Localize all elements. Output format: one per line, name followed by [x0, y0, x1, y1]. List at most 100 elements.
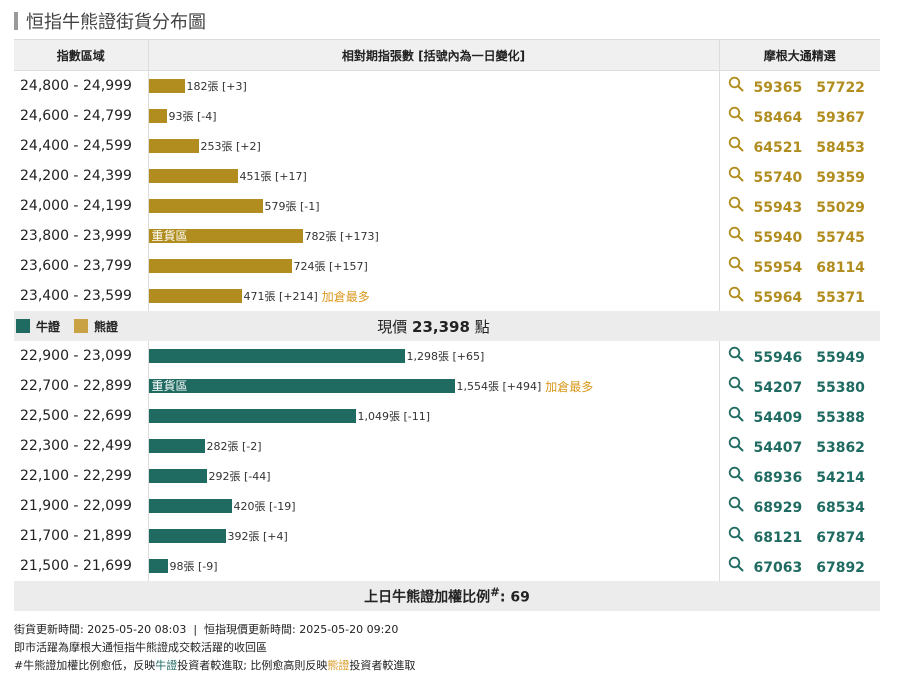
bear-row: 24,200 - 24,399 451張 [+17] 55740 59359 — [14, 161, 880, 191]
footnotes: 街貨更新時間: 2025-05-20 08:03 | 恒指現價更新時間: 202… — [14, 621, 415, 675]
bull-warrant-code-link[interactable]: 55946 — [754, 350, 803, 366]
search-icon[interactable] — [728, 496, 744, 512]
header-index-range: 指數區域 — [14, 39, 148, 71]
bull-row: 22,500 - 22,699 1,049張 [-11] 54409 55388 — [14, 401, 880, 431]
bear-bar-label: 93張 [-4] — [168, 110, 217, 123]
search-icon[interactable] — [728, 76, 744, 92]
search-icon[interactable] — [728, 346, 744, 362]
bear-bar — [148, 289, 242, 303]
bull-warrant-code-link[interactable]: 54407 — [754, 440, 803, 456]
search-icon[interactable] — [728, 406, 744, 422]
price-section: 牛證 熊證 現價 23,398 點 — [14, 311, 880, 341]
search-icon[interactable] — [728, 466, 744, 482]
weighted-ratio-mark: # — [490, 585, 500, 600]
bear-bar-label: 253張 [+2] — [200, 140, 261, 153]
bear-warrant-code-link[interactable]: 55745 — [816, 230, 865, 246]
bull-warrant-code-link[interactable]: 67892 — [816, 560, 865, 576]
search-icon[interactable] — [728, 166, 744, 182]
bull-range: 21,700 - 21,899 — [20, 528, 132, 544]
bull-warrant-code-link[interactable]: 55949 — [816, 350, 865, 366]
current-price-value: 23,398 — [412, 317, 470, 336]
ratio-note-part: #牛熊證加權比例愈低，反映 — [14, 659, 156, 672]
bull-warrant-code-link[interactable]: 54214 — [816, 470, 865, 486]
bear-warrant-code-link[interactable]: 64521 — [754, 140, 803, 156]
search-icon[interactable] — [728, 286, 744, 302]
bull-warrant-code-link[interactable]: 67063 — [754, 560, 803, 576]
title-accent-bar — [14, 12, 18, 30]
bear-bar: 重貨區 — [148, 229, 303, 243]
bear-bar — [148, 199, 263, 213]
bull-bar — [148, 529, 226, 543]
bear-section: 24,800 - 24,999 182張 [+3] 59365 57722 24,600… — [14, 70, 880, 311]
search-icon[interactable] — [728, 256, 744, 272]
bear-row: 23,600 - 23,799 724張 [+157] 55954 68114 — [14, 251, 880, 281]
search-icon[interactable] — [728, 556, 744, 572]
ratio-note-bull: 牛證 — [155, 659, 178, 672]
bull-bar — [148, 499, 232, 513]
ratio-note: #牛熊證加權比例愈低，反映牛證投資者較進取; 比例愈高則反映熊證投資者較進取 — [14, 657, 415, 675]
bear-warrant-code-link[interactable]: 55940 — [754, 230, 803, 246]
bull-warrant-code-link[interactable]: 54409 — [754, 410, 803, 426]
bull-bar-label: 1,049張 [-11] — [357, 410, 431, 423]
bull-row: 22,700 - 22,899 重貨區 1,554張 [+494] 加倉最多 54207… — [14, 371, 880, 401]
bull-bar — [148, 349, 405, 363]
bear-bar — [148, 259, 292, 273]
bull-warrant-code-link[interactable]: 53862 — [816, 440, 865, 456]
bear-warrant-code-link[interactable]: 57722 — [816, 80, 865, 96]
bear-warrant-code-link[interactable]: 59367 — [816, 110, 865, 126]
weighted-ratio: 上日牛熊證加權比例#: 69 — [14, 581, 880, 611]
most-added-note: 加倉最多 — [321, 289, 370, 304]
search-icon[interactable] — [728, 136, 744, 152]
bear-warrant-code-link[interactable]: 55964 — [754, 290, 803, 306]
bull-warrant-code-link[interactable]: 55388 — [816, 410, 865, 426]
search-icon[interactable] — [728, 106, 744, 122]
bear-warrant-code-link[interactable]: 55371 — [816, 290, 865, 306]
bull-bar — [148, 409, 356, 423]
bear-bar-label: 724張 [+157] — [293, 260, 368, 273]
bull-warrant-code-link[interactable]: 68534 — [816, 500, 865, 516]
bear-bar-label: 182張 [+3] — [186, 80, 247, 93]
bull-bar-label: 1,298張 [+65] — [406, 350, 485, 363]
current-price: 現價 23,398 點 — [148, 311, 719, 341]
bull-section: 22,900 - 23,099 1,298張 [+65] 55946 55949 22,… — [14, 341, 880, 581]
bull-warrant-code-link[interactable]: 68929 — [754, 500, 803, 516]
bull-warrant-code-link[interactable]: 55380 — [816, 380, 865, 396]
header-contracts: 相對期指張數 [括號內為一日變化] — [147, 39, 719, 71]
bull-warrant-code-link[interactable]: 67874 — [816, 530, 865, 546]
bear-warrant-code-link[interactable]: 55954 — [754, 260, 803, 276]
bear-warrant-code-link[interactable]: 58453 — [816, 140, 865, 156]
search-icon[interactable] — [728, 226, 744, 242]
legend-bear-label: 熊證 — [94, 319, 119, 334]
search-icon[interactable] — [728, 436, 744, 452]
bull-warrant-code-link[interactable]: 54207 — [754, 380, 803, 396]
bull-warrant-code-link[interactable]: 68936 — [754, 470, 803, 486]
bear-warrant-code-link[interactable]: 58464 — [754, 110, 803, 126]
bear-range: 24,600 - 24,799 — [20, 108, 132, 124]
bear-row: 24,400 - 24,599 253張 [+2] 64521 58453 — [14, 131, 880, 161]
bear-warrant-code-link[interactable]: 55740 — [754, 170, 803, 186]
bear-range: 23,800 - 23,999 — [20, 228, 132, 244]
bear-bar-label: 782張 [+173] — [304, 230, 379, 243]
search-icon[interactable] — [728, 196, 744, 212]
bull-row: 21,500 - 21,699 98張 [-9] 67063 67892 — [14, 551, 880, 581]
legend-bear-swatch — [74, 319, 89, 333]
bull-warrant-code-link[interactable]: 68121 — [754, 530, 803, 546]
bull-range: 21,500 - 21,699 — [20, 558, 132, 574]
bear-bar-label: 451張 [+17] — [239, 170, 307, 183]
ratio-note-part: 投資者較進取 — [349, 659, 416, 672]
bear-bar — [148, 109, 167, 123]
search-icon[interactable] — [728, 376, 744, 392]
bear-row: 24,000 - 24,199 579張 [-1] 55943 55029 — [14, 191, 880, 221]
bear-row: 23,400 - 23,599 471張 [+214] 加倉最多 55964 55371 — [14, 281, 880, 311]
bull-bar — [148, 439, 205, 453]
bear-warrant-code-link[interactable]: 59365 — [754, 80, 803, 96]
weighted-ratio-label: 上日牛熊證加權比例 — [364, 589, 491, 606]
bull-row: 21,700 - 21,899 392張 [+4] 68121 67874 — [14, 521, 880, 551]
bear-warrant-code-link[interactable]: 55029 — [816, 200, 865, 216]
ratio-note-part: 投資者較進取; 比例愈高則反映 — [177, 659, 328, 672]
bear-warrant-code-link[interactable]: 59359 — [816, 170, 865, 186]
bull-bar: 重貨區 — [148, 379, 455, 393]
bear-warrant-code-link[interactable]: 68114 — [816, 260, 865, 276]
bear-warrant-code-link[interactable]: 55943 — [754, 200, 803, 216]
search-icon[interactable] — [728, 526, 744, 542]
